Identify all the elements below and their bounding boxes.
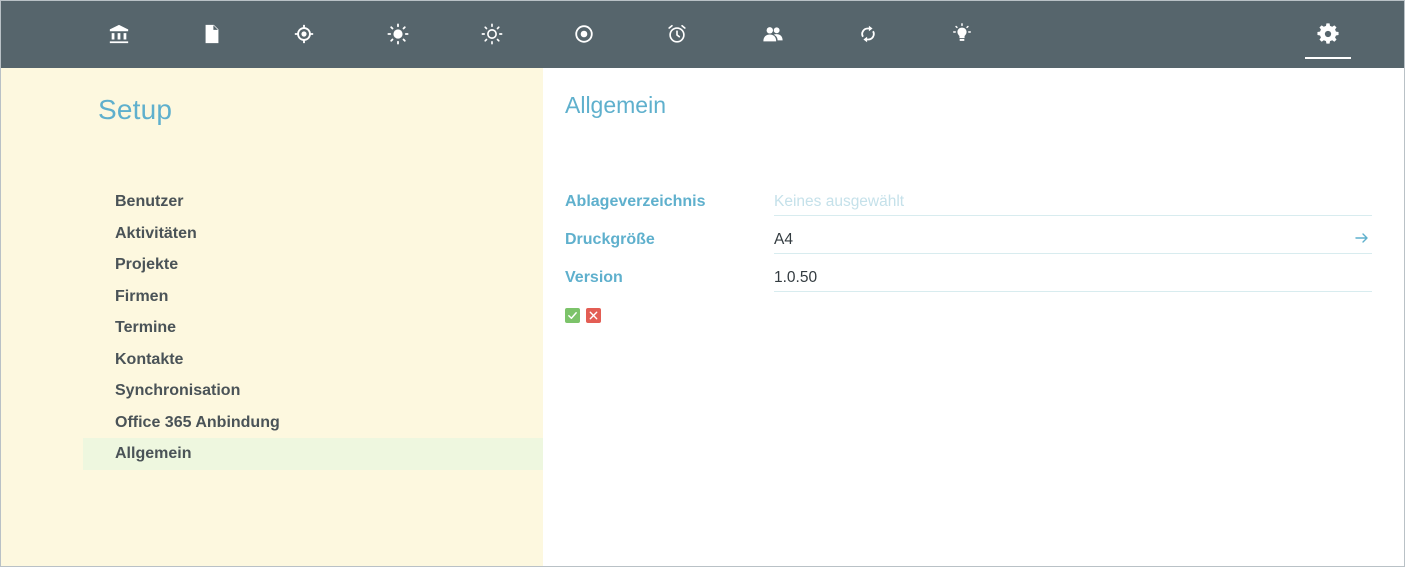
sidebar: Setup Benutzer Aktivitäten Projekte Firm… (1, 68, 543, 566)
form-row-druckgroesse: Druckgröße A4 (565, 224, 1373, 262)
field-value: A4 (774, 231, 793, 248)
sidebar-item-allgemein[interactable]: Allgemein (83, 438, 543, 470)
sun-filled-icon[interactable] (383, 19, 413, 49)
confirm-button[interactable] (565, 308, 580, 323)
version-value: 1.0.50 (774, 262, 1372, 292)
druckgroesse-field[interactable]: A4 (774, 224, 1372, 254)
sidebar-item-kontakte[interactable]: Kontakte (83, 344, 543, 376)
lifebuoy-icon[interactable] (569, 19, 599, 49)
target-icon[interactable] (289, 19, 319, 49)
alarm-clock-icon[interactable] (662, 19, 692, 49)
field-label: Version (565, 269, 623, 286)
document-icon[interactable] (197, 19, 227, 49)
main-content: Allgemein Ablageverzeichnis Keines ausge… (543, 68, 1404, 566)
cancel-button[interactable] (586, 308, 601, 323)
sidebar-item-benutzer[interactable]: Benutzer (83, 186, 543, 218)
settings-form: Ablageverzeichnis Keines ausgewählt Druc… (565, 186, 1373, 300)
ablageverzeichnis-field[interactable]: Keines ausgewählt (774, 186, 1372, 216)
top-navigation-bar (1, 1, 1404, 68)
gear-icon[interactable] (1313, 19, 1343, 49)
sidebar-item-aktivitaeten[interactable]: Aktivitäten (83, 218, 543, 250)
close-icon (589, 311, 598, 320)
field-label: Ablageverzeichnis (565, 193, 706, 210)
lightbulb-icon[interactable] (947, 19, 977, 49)
arrow-right-icon[interactable] (1354, 230, 1370, 246)
page-title: Allgemein (565, 92, 666, 118)
sidebar-item-termine[interactable]: Termine (83, 312, 543, 344)
sidebar-title: Setup (98, 94, 173, 125)
sun-outline-icon[interactable] (477, 19, 507, 49)
sidebar-item-projekte[interactable]: Projekte (83, 249, 543, 281)
field-label: Druckgröße (565, 231, 655, 248)
app-window: Setup Benutzer Aktivitäten Projekte Firm… (0, 0, 1405, 567)
check-icon (568, 312, 577, 319)
users-icon[interactable] (758, 19, 788, 49)
sync-icon[interactable] (853, 19, 883, 49)
form-row-ablageverzeichnis: Ablageverzeichnis Keines ausgewählt (565, 186, 1373, 224)
active-tab-indicator (1305, 57, 1351, 59)
sidebar-item-synchronisation[interactable]: Synchronisation (83, 375, 543, 407)
sidebar-item-office-365[interactable]: Office 365 Anbindung (83, 407, 543, 439)
form-row-version: Version 1.0.50 (565, 262, 1373, 300)
form-actions (565, 308, 601, 323)
sidebar-item-firmen[interactable]: Firmen (83, 281, 543, 313)
bank-icon[interactable] (104, 19, 134, 49)
sidebar-menu: Benutzer Aktivitäten Projekte Firmen Ter… (83, 186, 543, 470)
